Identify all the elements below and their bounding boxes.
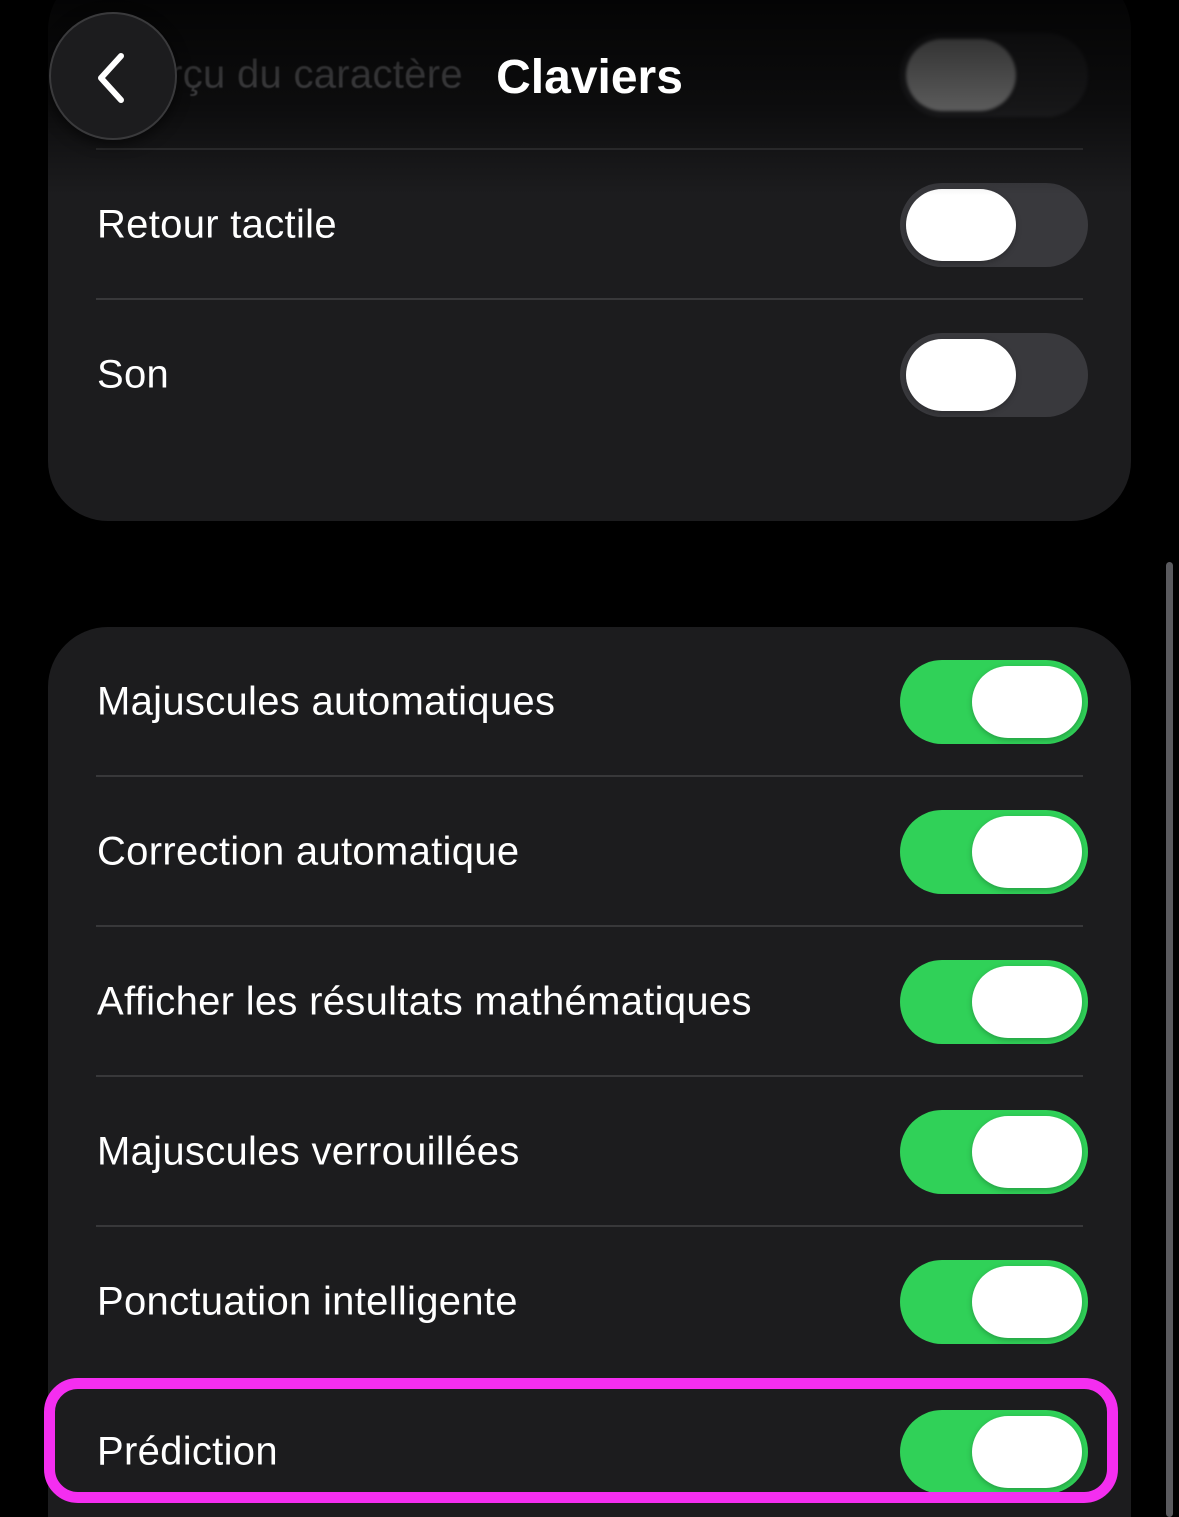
toggle-knob [972, 966, 1082, 1038]
chevron-left-icon [98, 53, 124, 103]
row-label: Afficher les résultats mathématiques [97, 979, 752, 1024]
row-caps-lock[interactable]: Majuscules verrouillées [48, 1077, 1131, 1227]
toggle-knob [906, 339, 1016, 411]
row-predictive[interactable]: Prédiction [48, 1377, 1131, 1517]
toggle-knob [972, 1266, 1082, 1338]
auto-capitalization-toggle[interactable] [900, 660, 1088, 744]
scrollbar[interactable] [1166, 562, 1173, 1517]
toggle-knob [972, 816, 1082, 888]
row-label: Majuscules automatiques [97, 679, 556, 724]
row-auto-capitalization[interactable]: Majuscules automatiques [48, 627, 1131, 777]
row-math-results[interactable]: Afficher les résultats mathématiques [48, 927, 1131, 1077]
keyboard-settings-screen: Aperçu du caractère Retour tactile Son M… [0, 0, 1179, 1517]
back-button[interactable] [49, 12, 177, 140]
math-results-toggle[interactable] [900, 960, 1088, 1044]
toggle-knob [972, 666, 1082, 738]
auto-correction-toggle[interactable] [900, 810, 1088, 894]
row-label: Ponctuation intelligente [97, 1279, 518, 1324]
row-sound[interactable]: Son [48, 300, 1131, 450]
toggle-knob [972, 1116, 1082, 1188]
haptic-feedback-toggle[interactable] [900, 183, 1088, 267]
row-label: Prédiction [97, 1429, 278, 1474]
row-label: Retour tactile [97, 202, 337, 247]
toggle-knob [906, 189, 1016, 261]
row-label: Correction automatique [97, 829, 520, 874]
smart-punctuation-toggle[interactable] [900, 1260, 1088, 1344]
toggle-knob [972, 1416, 1082, 1488]
row-smart-punctuation[interactable]: Ponctuation intelligente [48, 1227, 1131, 1377]
predictive-toggle[interactable] [900, 1410, 1088, 1494]
caps-lock-toggle[interactable] [900, 1110, 1088, 1194]
row-auto-correction[interactable]: Correction automatique [48, 777, 1131, 927]
row-haptic-feedback[interactable]: Retour tactile [48, 150, 1131, 300]
settings-group-typing: Majuscules automatiques Correction autom… [48, 627, 1131, 1517]
sound-toggle[interactable] [900, 333, 1088, 417]
row-label: Son [97, 352, 170, 397]
row-label: Majuscules verrouillées [97, 1129, 520, 1174]
